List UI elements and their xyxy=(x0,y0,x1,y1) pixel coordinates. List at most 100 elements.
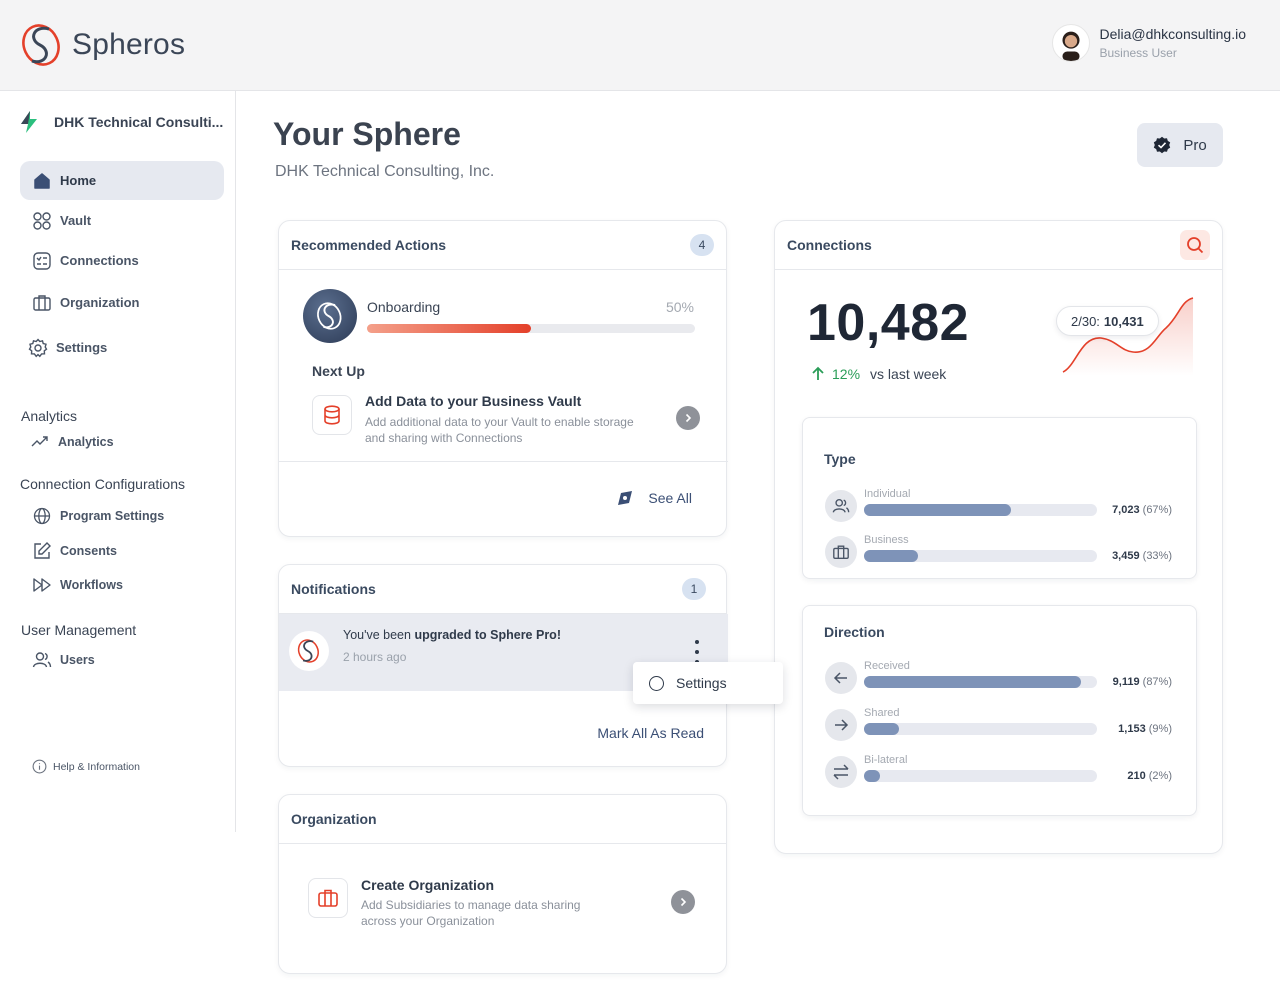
task-open-button[interactable] xyxy=(676,406,700,430)
sparkline-tooltip: 2/30: 10,431 xyxy=(1056,306,1159,336)
search-button[interactable] xyxy=(1180,230,1210,260)
sidebar-item-connections[interactable]: Connections xyxy=(20,241,224,280)
sidebar-item-workflows[interactable]: Workflows xyxy=(32,575,123,595)
notification-message-prefix: You've been xyxy=(343,628,415,642)
section-title-connection-configurations: Connection Configurations xyxy=(20,476,185,492)
task-title[interactable]: Add Data to your Business Vault xyxy=(365,393,581,409)
sidebar-item-home[interactable]: Home xyxy=(20,161,224,200)
metric-bar xyxy=(864,550,1097,562)
sidebar-item-label: Program Settings xyxy=(60,509,165,523)
metric-row-bilateral: Bi-lateral 210 (2%) xyxy=(825,754,1180,788)
metric-bar-fill xyxy=(864,770,881,782)
edit-icon xyxy=(32,541,52,561)
help-link[interactable]: Help & Information xyxy=(32,759,140,774)
see-all-link[interactable]: See All xyxy=(616,489,692,507)
recommended-actions-card: Recommended Actions 4 Onboarding 50% Nex… xyxy=(278,220,728,537)
metric-value: 1,153 (9%) xyxy=(1118,723,1172,735)
card-header: Recommended Actions 4 xyxy=(279,221,726,270)
users-icon xyxy=(825,490,857,522)
card-header: Organization xyxy=(279,795,726,844)
metric-count: 7,023 xyxy=(1112,504,1140,516)
tooltip-date: 2/30: xyxy=(1071,313,1100,329)
onboarding-percent: 50% xyxy=(665,299,694,315)
notification-message: You've been upgraded to Sphere Pro! xyxy=(343,628,561,642)
metric-bar xyxy=(864,504,1097,516)
metric-label: Received xyxy=(864,660,910,672)
onboarding-progress-bar xyxy=(367,324,695,333)
sidebar-item-label: Settings xyxy=(56,340,108,355)
chevron-right-icon xyxy=(680,897,687,907)
sidebar-item-label: Users xyxy=(60,653,95,667)
metric-row-business: Business 3,459 (33%) xyxy=(825,534,1180,568)
metric-bar xyxy=(864,723,1097,735)
database-icon xyxy=(312,395,352,435)
sidebar-item-users[interactable]: Users xyxy=(32,650,95,670)
onboarding-progress-fill xyxy=(367,324,531,333)
metric-percent: (9%) xyxy=(1148,723,1172,735)
section-title-user-management: User Management xyxy=(21,622,137,638)
metric-percent: (67%) xyxy=(1142,504,1172,516)
trend-percent: 12% xyxy=(832,366,861,382)
direction-title: Direction xyxy=(824,624,885,640)
metric-label: Individual xyxy=(864,488,911,500)
sidebar-item-label: Connections xyxy=(60,253,139,268)
sidebar-item-settings[interactable]: Settings xyxy=(16,328,220,367)
see-all-label: See All xyxy=(648,490,692,506)
spheros-logo-icon xyxy=(289,631,329,671)
trend-icon xyxy=(30,432,50,452)
page-title: Your Sphere xyxy=(273,116,461,152)
trend-label: vs last week xyxy=(870,366,947,382)
card-title: Notifications xyxy=(291,581,376,597)
sidebar: DHK Technical Consulti... Home Vault Con… xyxy=(0,91,236,832)
metric-value: 7,023 (67%) xyxy=(1112,504,1172,516)
metric-count: 210 xyxy=(1127,770,1146,782)
grid-icon xyxy=(32,211,52,231)
metric-value: 3,459 (33%) xyxy=(1112,550,1172,562)
sidebar-item-label: Consents xyxy=(60,544,117,558)
onboarding-label: Onboarding xyxy=(367,299,441,315)
metric-row-individual: Individual 7,023 (67%) xyxy=(825,488,1180,522)
metric-bar-fill xyxy=(864,504,1011,516)
metric-percent: (87%) xyxy=(1142,676,1172,688)
user-email: Delia@dhkconsulting.io xyxy=(1099,26,1246,42)
metric-row-shared: Shared 1,153 (9%) xyxy=(825,707,1180,741)
radio-icon xyxy=(649,675,664,691)
brand-name: Spheros xyxy=(72,28,186,61)
org-switcher[interactable]: DHK Technical Consulti... xyxy=(16,109,229,135)
fast-forward-icon xyxy=(32,575,52,595)
metric-count: 9,119 xyxy=(1112,676,1140,688)
create-organization-button[interactable] xyxy=(671,890,695,914)
arrow-right-icon xyxy=(825,709,857,741)
spheros-logo-icon xyxy=(22,24,60,66)
org-name: DHK Technical Consulti... xyxy=(54,114,224,130)
pro-plan-button[interactable]: Pro xyxy=(1137,123,1223,167)
spheros-logo[interactable]: Spheros xyxy=(22,23,185,67)
create-organization-title[interactable]: Create Organization xyxy=(361,877,494,893)
card-title: Organization xyxy=(291,811,377,827)
card-title: Recommended Actions xyxy=(291,237,447,253)
notification-message-bold: upgraded to Sphere Pro! xyxy=(414,628,561,642)
sidebar-item-label: Analytics xyxy=(58,435,114,449)
sidebar-item-organization[interactable]: Organization xyxy=(20,283,224,322)
swap-icon xyxy=(825,756,857,788)
direction-breakdown-card: Direction Received 9,119 (87%) Shared 1,… xyxy=(802,605,1197,816)
card-header: Notifications 1 xyxy=(279,565,726,614)
search-icon xyxy=(1187,237,1204,254)
task-description: Add additional data to your Vault to ena… xyxy=(365,415,634,445)
metric-value: 9,119 (87%) xyxy=(1113,676,1172,688)
sidebar-item-consents[interactable]: Consents xyxy=(32,541,117,561)
metric-count: 3,459 xyxy=(1112,550,1140,562)
metric-bar-fill xyxy=(864,723,899,735)
metric-label: Business xyxy=(864,534,909,546)
bolt-icon xyxy=(21,111,37,133)
mark-all-read-link[interactable]: Mark All As Read xyxy=(597,725,704,741)
sidebar-item-analytics[interactable]: Analytics xyxy=(30,432,114,452)
sidebar-item-program-settings[interactable]: Program Settings xyxy=(32,506,164,526)
user-menu[interactable]: Delia@dhkconsulting.io Business User xyxy=(1052,24,1246,62)
context-menu-settings[interactable]: Settings xyxy=(633,662,783,704)
compass-icon xyxy=(618,491,633,505)
verified-badge-icon xyxy=(1154,136,1171,154)
page-subtitle: DHK Technical Consulting, Inc. xyxy=(275,163,495,180)
sidebar-item-vault[interactable]: Vault xyxy=(20,201,224,240)
more-options-icon[interactable] xyxy=(689,640,705,664)
